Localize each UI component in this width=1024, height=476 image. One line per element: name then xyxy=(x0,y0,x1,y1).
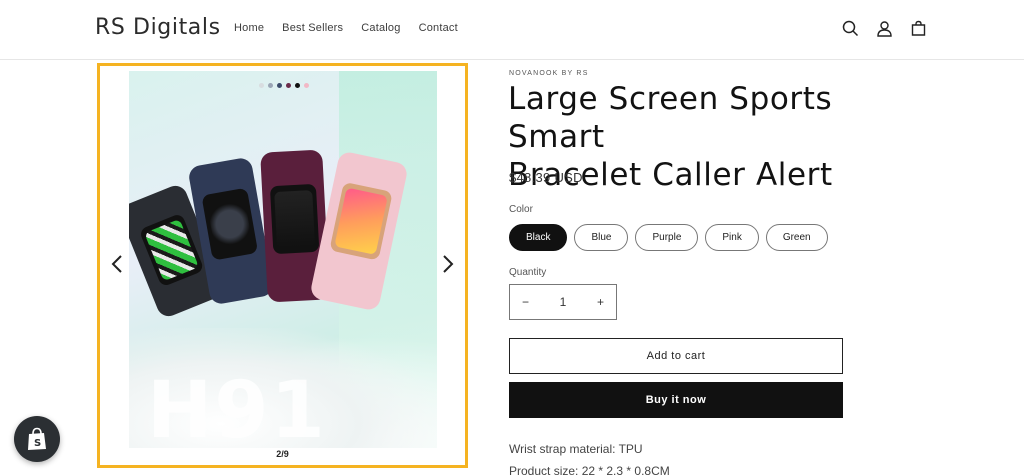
product-price: $48.39 USD xyxy=(509,170,583,185)
header-icons xyxy=(840,18,928,38)
quantity-stepper: − 1 + xyxy=(509,284,617,320)
buy-now-button[interactable]: Buy it now xyxy=(509,382,843,418)
color-option-black[interactable]: Black xyxy=(509,224,568,251)
model-text: H91 xyxy=(147,366,327,448)
description-line: Wrist strap material: TPU xyxy=(509,442,643,456)
shopify-chat-button[interactable]: S xyxy=(14,416,60,462)
color-option-green[interactable]: Green xyxy=(765,224,828,251)
title-line-1: Large Screen Sports Smart xyxy=(508,81,833,155)
prev-slide-button[interactable] xyxy=(107,252,127,276)
quantity-value[interactable]: 1 xyxy=(560,295,567,309)
color-label: Color xyxy=(509,204,533,215)
color-dots xyxy=(259,83,309,88)
description-line: Product size: 22 * 2.3 * 0.8CM xyxy=(509,464,670,476)
product-vendor: NOVANOOK BY RS xyxy=(509,70,589,77)
quantity-increase-button[interactable]: + xyxy=(597,295,604,309)
nav-contact[interactable]: Contact xyxy=(419,22,458,34)
product-gallery: H91 2/9 xyxy=(97,63,468,468)
add-to-cart-button[interactable]: Add to cart xyxy=(509,338,843,374)
product-description: Wrist strap material: TPU Product size: … xyxy=(509,438,670,476)
next-slide-button[interactable] xyxy=(438,252,458,276)
account-icon[interactable] xyxy=(874,18,894,38)
quantity-decrease-button[interactable]: − xyxy=(522,295,529,309)
color-option-blue[interactable]: Blue xyxy=(574,224,629,251)
nav-catalog[interactable]: Catalog xyxy=(361,22,400,34)
nav-best-sellers[interactable]: Best Sellers xyxy=(282,22,343,34)
quantity-label: Quantity xyxy=(509,267,547,278)
main-nav: Home Best Sellers Catalog Contact xyxy=(234,22,458,34)
product-image[interactable]: H91 xyxy=(129,71,437,448)
nav-home[interactable]: Home xyxy=(234,22,264,34)
chevron-left-icon xyxy=(111,255,122,273)
cart-icon[interactable] xyxy=(908,18,928,38)
store-logo[interactable]: RS Digitals xyxy=(95,15,221,40)
site-header: RS Digitals Home Best Sellers Catalog Co… xyxy=(0,0,1024,60)
shopify-bag-icon: S xyxy=(28,427,46,450)
svg-text:S: S xyxy=(34,438,41,449)
color-option-purple[interactable]: Purple xyxy=(635,224,699,251)
search-icon[interactable] xyxy=(840,18,860,38)
chevron-right-icon xyxy=(443,255,454,273)
color-options: Black Blue Purple Pink Green xyxy=(509,224,828,251)
slide-counter: 2/9 xyxy=(276,449,289,459)
color-option-pink[interactable]: Pink xyxy=(705,224,759,251)
